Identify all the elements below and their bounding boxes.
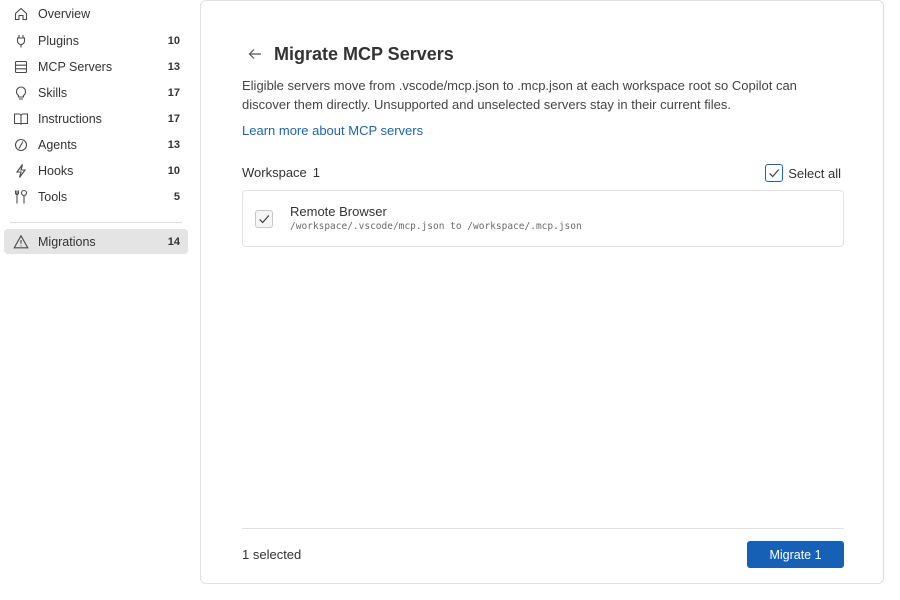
workspace-label: Workspace — [242, 165, 307, 180]
sidebar-divider — [10, 222, 182, 223]
footer-divider — [242, 528, 844, 529]
sidebar-item-label: Tools — [38, 189, 68, 204]
sidebar-item-migrations[interactable]: Migrations 14 — [4, 229, 188, 254]
sidebar-item-plugins[interactable]: Plugins 10 — [4, 28, 188, 53]
server-checkbox[interactable] — [255, 210, 273, 228]
sidebar-item-count: 17 — [167, 86, 180, 99]
sidebar-item-count: 10 — [167, 164, 180, 177]
tools-icon — [13, 189, 29, 205]
server-item: Remote Browser /workspace/.vscode/mcp.js… — [242, 190, 844, 247]
migrate-button[interactable]: Migrate 1 — [747, 541, 844, 568]
page-title: Migrate MCP Servers — [274, 44, 454, 64]
server-name: Remote Browser — [290, 204, 387, 219]
sidebar-item-mcp-servers[interactable]: MCP Servers 13 — [4, 54, 188, 79]
workspace-header: Workspace 1 — [242, 165, 320, 180]
select-all-label: Select all — [788, 165, 841, 181]
sidebar-item-label: Overview — [38, 6, 91, 21]
sidebar-item-overview[interactable]: Overview — [4, 1, 188, 26]
sidebar-item-tools[interactable]: Tools 5 — [4, 184, 188, 209]
sidebar-item-count: 14 — [167, 235, 180, 248]
migrate-panel: Migrate MCP Servers Eligible servers mov… — [200, 0, 884, 584]
sidebar-item-label: Migrations — [38, 234, 96, 249]
server-icon — [13, 59, 29, 75]
sidebar-item-count: 10 — [167, 34, 180, 47]
sidebar-item-label: Hooks — [38, 163, 74, 178]
home-icon — [13, 6, 29, 22]
workspace-count: 1 — [312, 165, 321, 180]
sidebar: Overview Plugins 10 MCP Servers 13 Skill… — [0, 0, 192, 600]
server-path: /workspace/.vscode/mcp.json to /workspac… — [290, 221, 582, 232]
sidebar-item-count: 13 — [167, 60, 180, 73]
book-icon — [13, 111, 29, 127]
sidebar-item-label: MCP Servers — [38, 59, 113, 74]
lightning-icon — [13, 163, 29, 179]
learn-more-link[interactable]: Learn more about MCP servers — [242, 123, 423, 138]
sidebar-item-count: 5 — [173, 190, 180, 203]
warning-icon — [13, 234, 29, 250]
selected-count: 1 selected — [242, 547, 302, 562]
sidebar-item-count: 17 — [167, 112, 180, 125]
page-description: Eligible servers move from .vscode/mcp.j… — [242, 78, 797, 112]
select-all-checkbox[interactable]: Select all — [765, 164, 841, 182]
agent-icon — [13, 137, 29, 153]
checkmark-icon — [259, 215, 270, 224]
sidebar-item-skills[interactable]: Skills 17 — [4, 80, 188, 105]
sidebar-item-hooks[interactable]: Hooks 10 — [4, 158, 188, 183]
checkmark-icon[interactable] — [765, 164, 784, 182]
plug-icon — [13, 33, 29, 49]
back-arrow-icon[interactable] — [246, 45, 264, 63]
sidebar-item-label: Instructions — [38, 111, 102, 126]
sidebar-item-label: Agents — [38, 137, 77, 152]
sidebar-item-instructions[interactable]: Instructions 17 — [4, 106, 188, 131]
lightbulb-icon — [13, 85, 29, 101]
sidebar-item-count: 13 — [167, 138, 180, 151]
sidebar-item-label: Skills — [38, 85, 68, 100]
sidebar-item-agents[interactable]: Agents 13 — [4, 132, 188, 157]
sidebar-item-label: Plugins — [38, 33, 79, 48]
